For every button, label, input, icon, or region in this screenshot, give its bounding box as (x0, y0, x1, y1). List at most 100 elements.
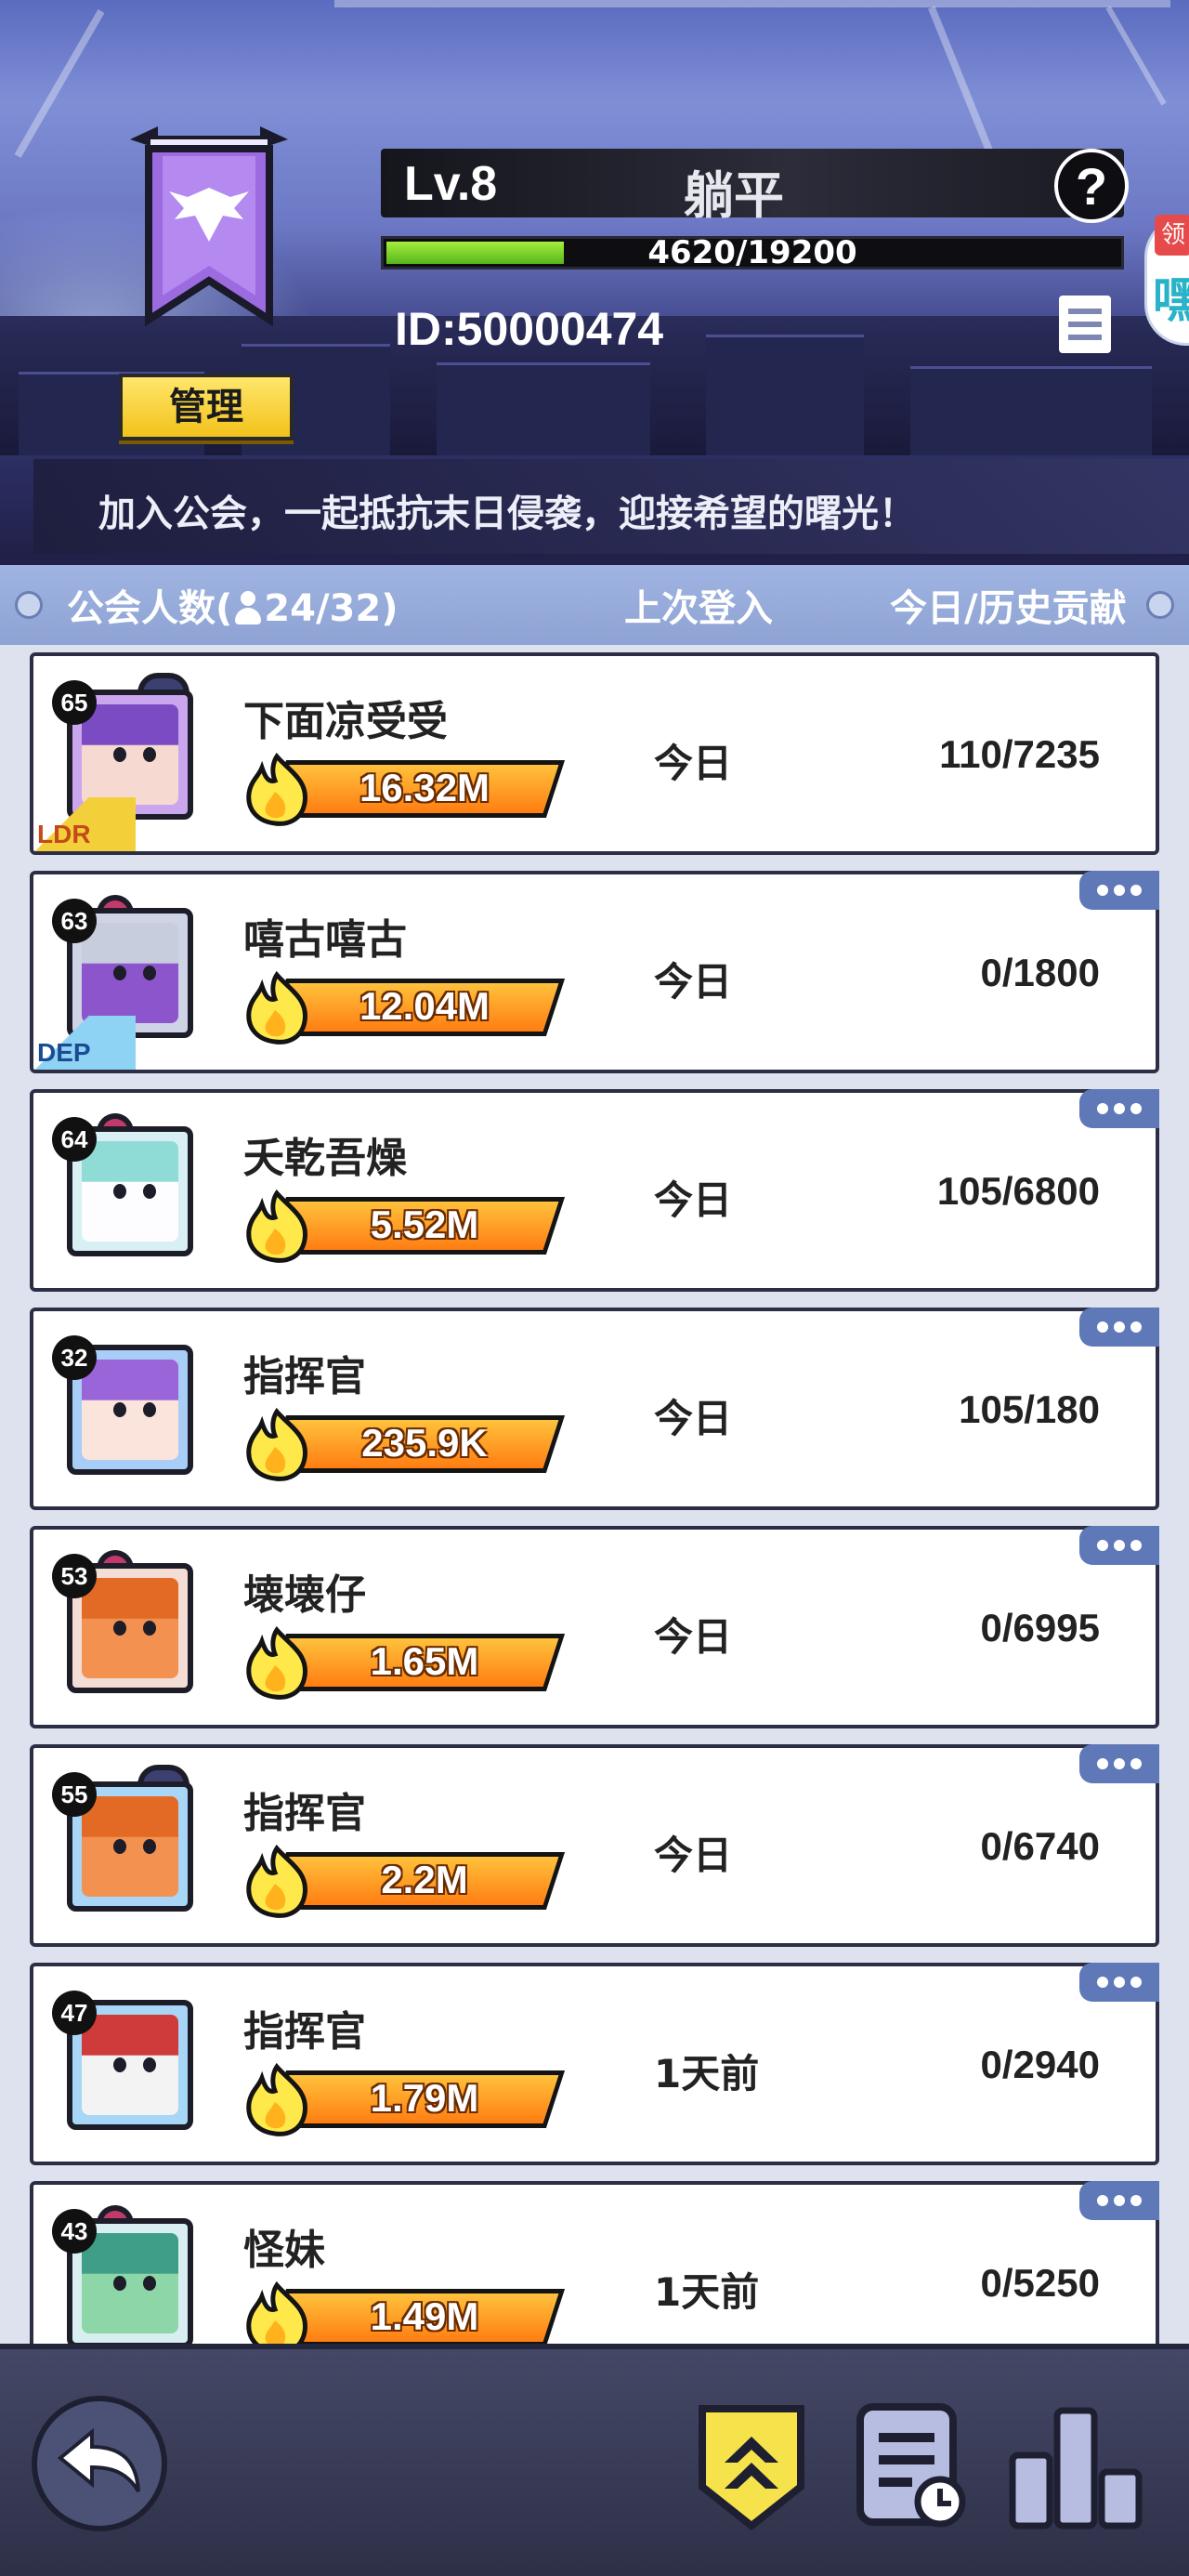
person-icon (232, 589, 264, 626)
contribution: 0/6740 (980, 1824, 1100, 1868)
member-list[interactable]: 65 LDR 下面凉受受 16.32M 今日 110/7235 63 DEP 嘻古嘻古 12.04… (0, 645, 1189, 2344)
member-row[interactable]: 64 夭乾吾燥 5.52M 今日 105/6800 (30, 1089, 1159, 1292)
help-button[interactable]: ? (1054, 149, 1129, 223)
guild-xp-text: 4620/19200 (647, 234, 857, 271)
guild-emblem-icon (130, 126, 288, 327)
member-level-badge: 65 (52, 680, 97, 725)
avatar-eye (143, 966, 156, 980)
more-options-button[interactable] (1079, 1308, 1159, 1347)
power-value: 1.65M (370, 1639, 479, 1683)
member-row[interactable]: 55 指挥官 2.2M 今日 0/6740 (30, 1744, 1159, 1947)
last-login: 今日 (654, 741, 733, 786)
avatar-portrait (82, 1796, 178, 1897)
member-power: 2.2M (243, 1845, 574, 1918)
avatar-portrait (82, 1578, 178, 1678)
flame-icon (246, 1845, 307, 1918)
reward-tag: 领 (1155, 215, 1189, 256)
log-clock-icon[interactable] (855, 2401, 968, 2531)
more-options-button[interactable] (1079, 871, 1159, 910)
power-value: 5.52M (370, 1203, 479, 1246)
member-name: 嘻古嘻古 (243, 916, 407, 964)
side-reward-bubble[interactable]: 领 嘿 (1144, 215, 1189, 346)
reward-bubble-text: 嘿 (1153, 273, 1189, 329)
member-name: 下面凉受受 (243, 698, 448, 745)
more-options-button[interactable] (1079, 1963, 1159, 2002)
avatar-eye (143, 1621, 156, 1636)
header-bolt-icon (15, 591, 43, 619)
contribution: 0/5250 (980, 2261, 1100, 2305)
guild-rank-icon[interactable] (695, 2401, 808, 2531)
member-row[interactable]: 32 指挥官 235.9K 今日 105/180 (30, 1308, 1159, 1510)
avatar-portrait (82, 923, 178, 1023)
member-level-badge: 55 (52, 1772, 97, 1817)
members-label: 公会人数( (67, 587, 233, 630)
member-row[interactable]: 43 怪妹 1.49M 1天前 0/5250 (30, 2181, 1159, 2344)
avatar-eye (143, 1184, 156, 1199)
contribution: 110/7235 (939, 732, 1100, 776)
avatar-eye (143, 1402, 156, 1417)
member-level-badge: 64 (52, 1117, 97, 1162)
member-name: 指挥官 (243, 1790, 366, 1837)
last-login-label: 上次登入 (624, 587, 773, 630)
ceiling-beam (14, 9, 105, 158)
member-power: 5.52M (243, 1189, 574, 1263)
avatar-eye (113, 1839, 126, 1854)
avatar-eye (113, 747, 126, 762)
avatar-portrait (82, 2233, 178, 2333)
member-power: 1.65M (243, 1626, 574, 1700)
member-name: 壊壊仔 (243, 1571, 366, 1619)
more-options-button[interactable] (1079, 1526, 1159, 1565)
contribution: 0/2940 (980, 2043, 1100, 2086)
members-count-label: 公会人数( 24/32) (67, 578, 399, 632)
flame-icon (246, 1626, 307, 1700)
member-power: 1.79M (243, 2063, 574, 2136)
member-name: 指挥官 (243, 1353, 366, 1400)
contribution: 105/6800 (936, 1169, 1100, 1213)
avatar-portrait (82, 1360, 178, 1460)
guild-xp-bar: 4620/19200 (381, 236, 1124, 269)
more-options-button[interactable] (1079, 2181, 1159, 2220)
members-count: 24/32) (264, 587, 399, 630)
guild-id: ID:50000474 (395, 303, 664, 355)
notice-board-button[interactable] (1059, 296, 1111, 353)
avatar-eye (113, 1621, 126, 1636)
power-value: 1.79M (370, 2076, 479, 2120)
ceiling-beam (334, 0, 1170, 7)
avatar-portrait (82, 2015, 178, 2115)
avatar-eye (113, 2276, 126, 2291)
member-name: 指挥官 (243, 2008, 366, 2056)
member-name: 怪妹 (243, 2227, 325, 2274)
power-value: 1.49M (370, 2294, 479, 2338)
member-level-badge: 53 (52, 1554, 97, 1598)
avatar-eye (143, 2057, 156, 2072)
more-options-button[interactable] (1079, 1089, 1159, 1128)
bottom-bar (0, 2344, 1189, 2576)
power-value: 2.2M (381, 1858, 468, 1901)
back-button[interactable] (32, 2396, 167, 2531)
power-value: 235.9K (361, 1421, 488, 1465)
ceiling-beam (1105, 6, 1167, 106)
guild-slogan: 加入公会，一起抵抗末日侵袭，迎接希望的曙光！ (98, 493, 916, 535)
member-row[interactable]: 65 LDR 下面凉受受 16.32M 今日 110/7235 (30, 652, 1159, 855)
more-options-button[interactable] (1079, 1744, 1159, 1783)
last-login: 今日 (654, 1177, 733, 1223)
avatar-eye (113, 1402, 126, 1417)
flame-icon (246, 1408, 307, 1481)
member-level-badge: 32 (52, 1335, 97, 1380)
member-rank-tag: DEP (33, 1016, 136, 1070)
member-power: 16.32M (243, 753, 574, 826)
member-level-badge: 63 (52, 899, 97, 943)
member-row[interactable]: 63 DEP 嘻古嘻古 12.04M 今日 0/1800 (30, 871, 1159, 1073)
last-login: 今日 (654, 959, 733, 1005)
avatar-eye (113, 966, 126, 980)
power-value: 16.32M (359, 766, 490, 809)
stats-bars-icon[interactable] (1007, 2401, 1146, 2531)
contribution: 0/1800 (980, 951, 1100, 994)
avatar-eye (113, 1184, 126, 1199)
member-row[interactable]: 53 壊壊仔 1.65M 今日 0/6995 (30, 1526, 1159, 1728)
manage-button[interactable]: 管理 (119, 374, 294, 440)
contribution: 0/6995 (980, 1606, 1100, 1649)
member-row[interactable]: 47 指挥官 1.79M 1天前 0/2940 (30, 1963, 1159, 2165)
avatar-eye (113, 2057, 126, 2072)
member-power: 235.9K (243, 1408, 574, 1481)
